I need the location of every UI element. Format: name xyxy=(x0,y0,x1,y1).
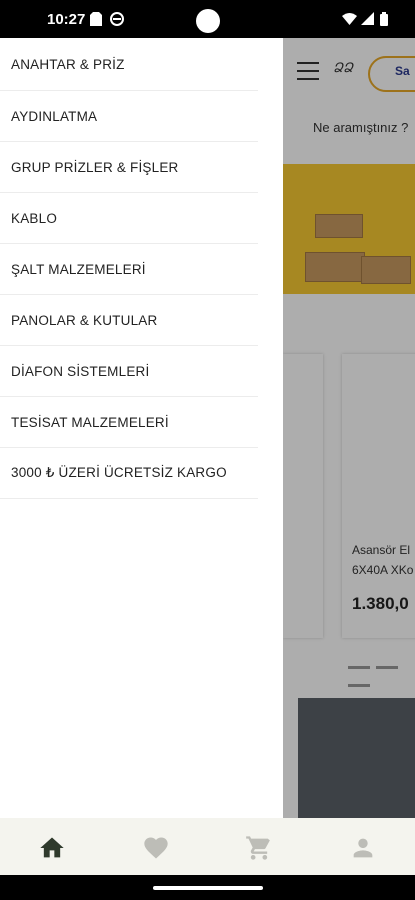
status-time: 10:27 xyxy=(47,11,86,28)
vpn-icon xyxy=(110,12,124,31)
category-item[interactable]: ANAHTAR & PRİZ xyxy=(0,38,258,91)
heart-icon[interactable] xyxy=(142,834,170,862)
cart-icon[interactable] xyxy=(245,834,273,862)
category-item[interactable]: PANOLAR & KUTULAR xyxy=(0,295,258,346)
gesture-bar xyxy=(0,875,415,900)
camera-cutout xyxy=(196,9,220,33)
category-item[interactable]: GRUP PRİZLER & FİŞLER xyxy=(0,142,258,193)
category-item[interactable]: KABLO xyxy=(0,193,258,244)
category-item[interactable]: TESİSAT MALZEMELERİ xyxy=(0,397,258,448)
category-item[interactable]: DİAFON SİSTEMLERİ xyxy=(0,346,258,397)
category-list: ANAHTAR & PRİZ AYDINLATMA GRUP PRİZLER &… xyxy=(0,38,283,499)
sim-card-icon xyxy=(90,12,102,31)
home-icon[interactable] xyxy=(38,834,66,862)
category-item[interactable]: AYDINLATMA xyxy=(0,91,258,142)
bottom-navigation xyxy=(0,818,415,875)
signal-icon xyxy=(361,12,374,30)
category-item[interactable]: 3000 ₺ ÜZERİ ÜCRETSİZ KARGO xyxy=(0,448,258,499)
status-bar: 10:27 xyxy=(0,0,415,38)
wifi-icon xyxy=(342,12,357,30)
navigation-drawer: ANAHTAR & PRİZ AYDINLATMA GRUP PRİZLER &… xyxy=(0,38,283,818)
category-item[interactable]: ŞALT MALZEMELERİ xyxy=(0,244,258,295)
home-gesture-handle[interactable] xyxy=(153,886,263,890)
person-icon[interactable] xyxy=(349,834,377,862)
battery-icon xyxy=(380,12,388,31)
